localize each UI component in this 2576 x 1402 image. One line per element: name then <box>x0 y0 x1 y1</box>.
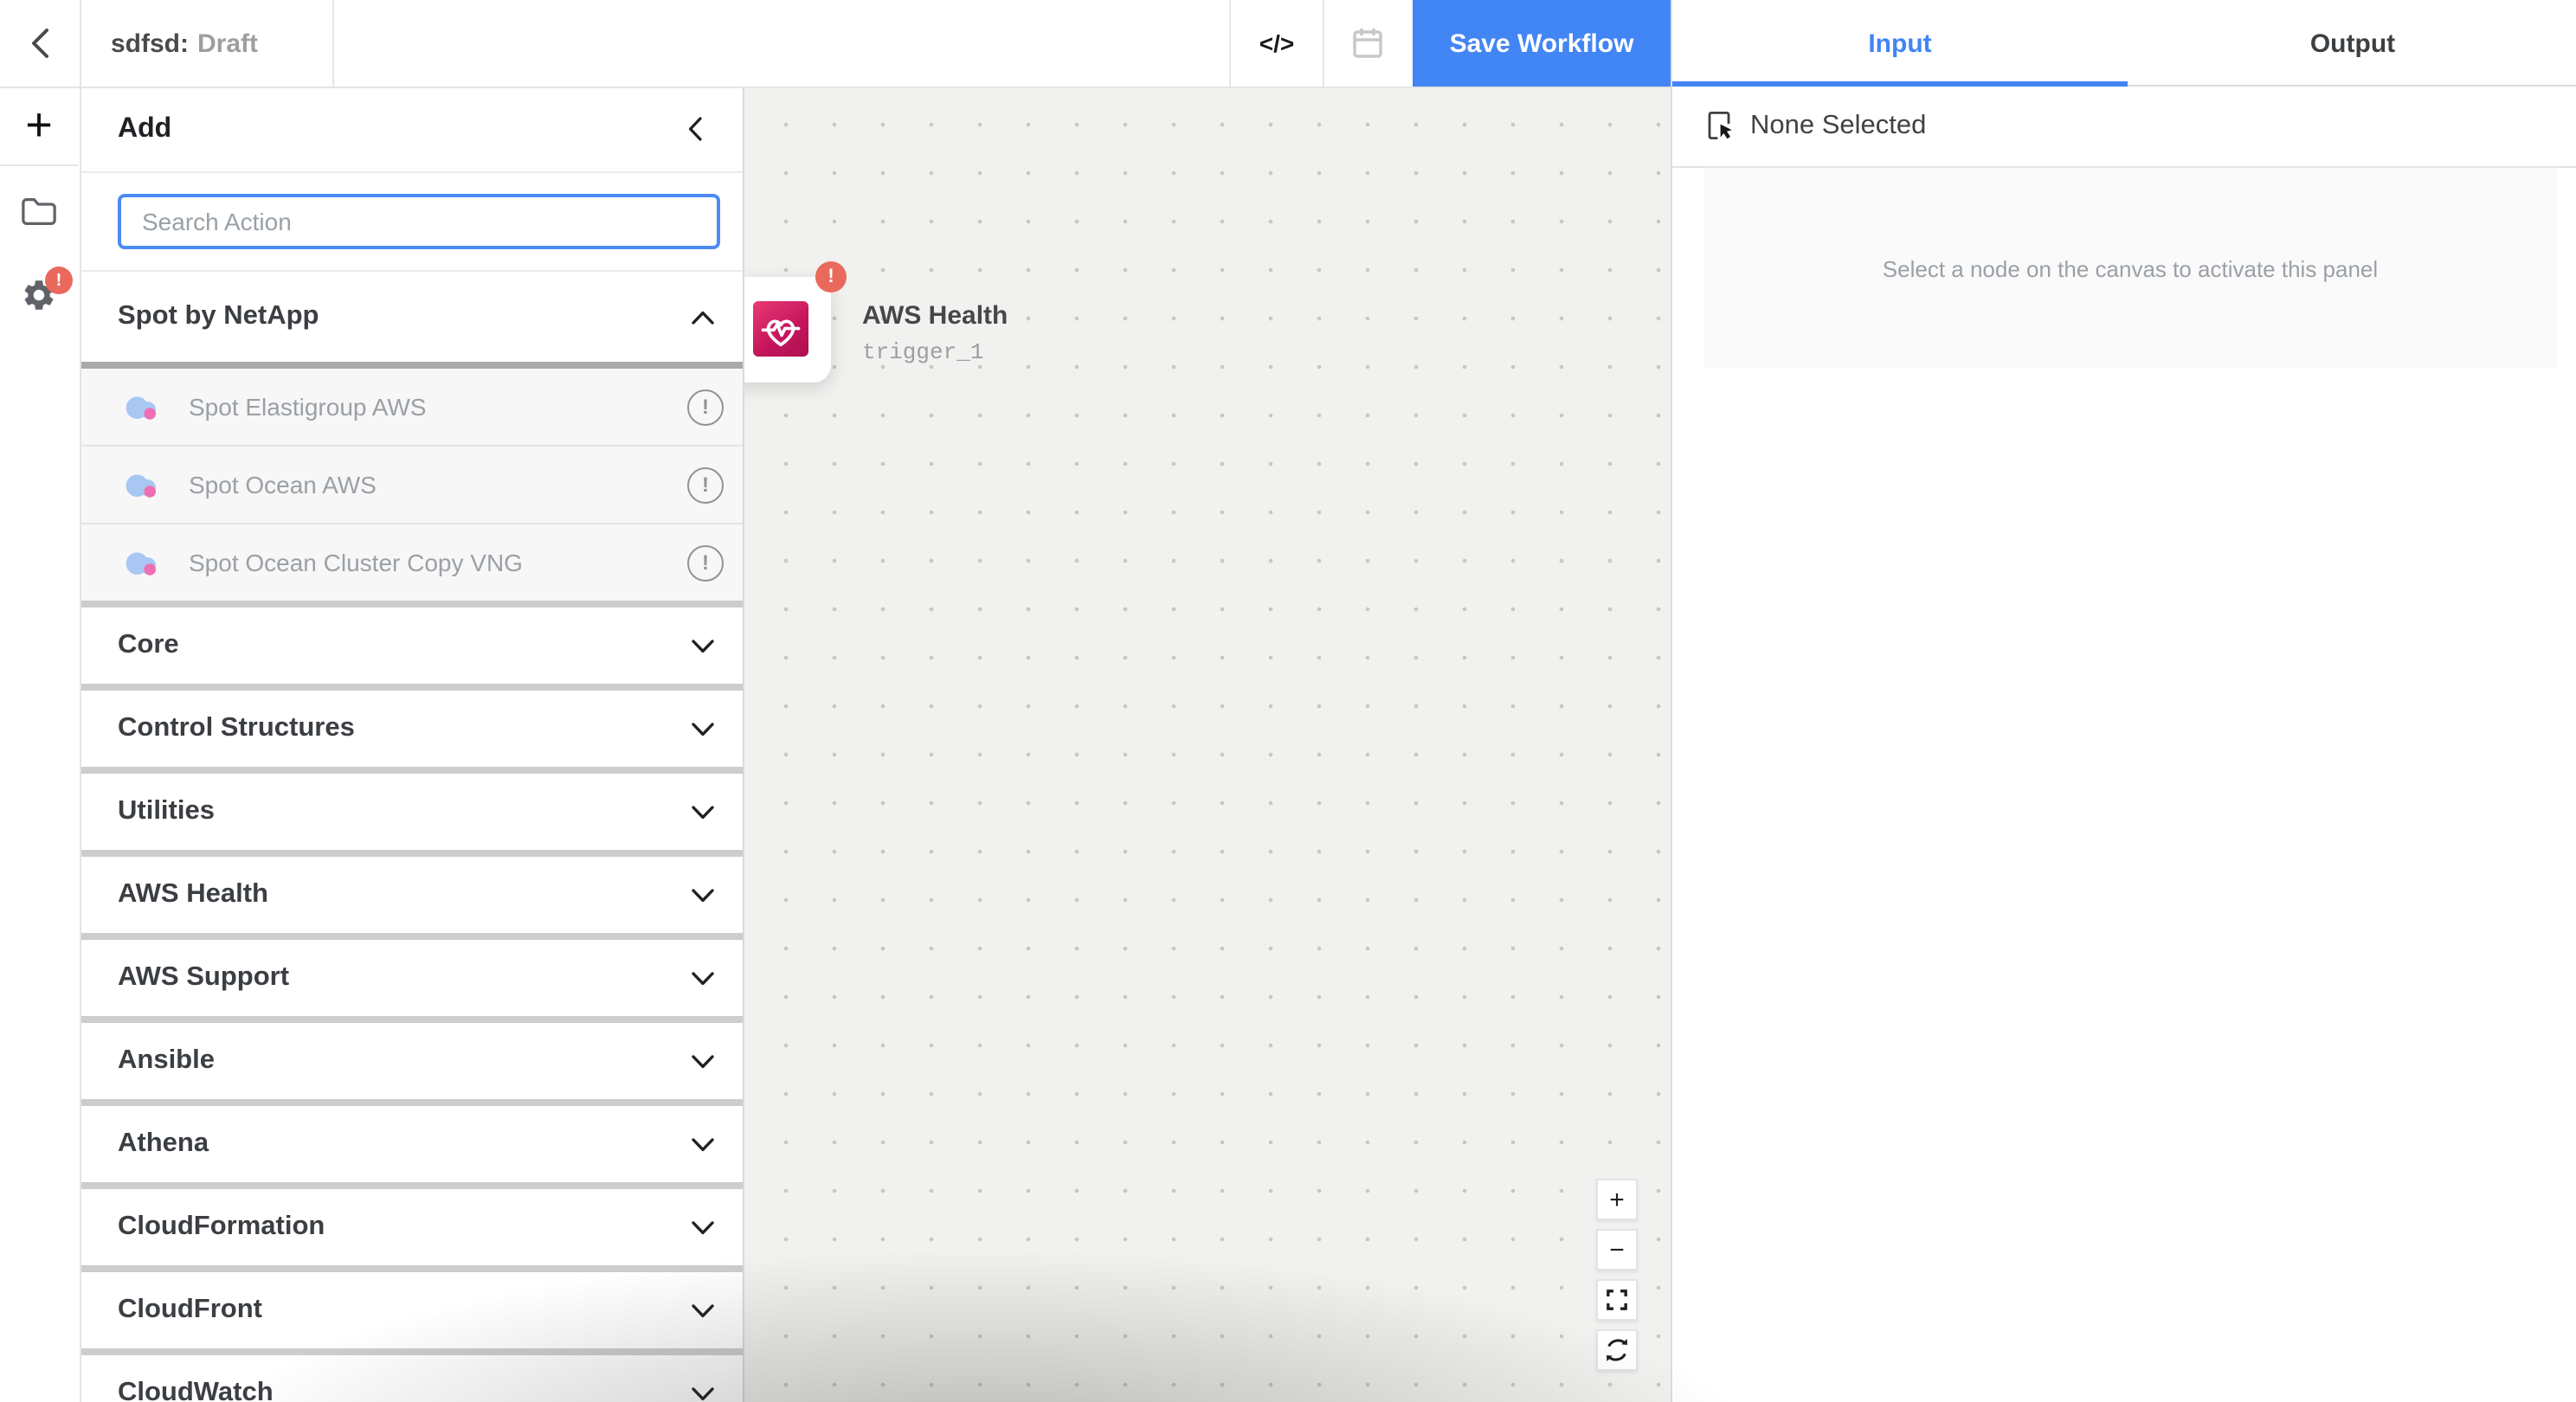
tab-output[interactable]: Output <box>2128 0 2576 87</box>
chevron-down-icon <box>691 1386 715 1401</box>
add-node-rail-button[interactable]: + <box>0 87 78 166</box>
fit-view-button[interactable] <box>1596 1279 1638 1321</box>
chevron-down-icon <box>691 970 715 986</box>
chevron-down-icon <box>691 1219 715 1235</box>
group-cloudwatch[interactable]: CloudWatch <box>80 1355 743 1402</box>
back-chevron-icon <box>29 26 50 61</box>
action-item[interactable]: Spot Ocean AWS ! <box>80 445 743 523</box>
plus-icon: + <box>25 99 53 152</box>
workflow-status: Draft <box>197 29 258 58</box>
refresh-icon <box>1605 1338 1629 1362</box>
search-row <box>80 173 743 272</box>
cursor-select-icon <box>1707 111 1735 142</box>
save-workflow-button[interactable]: Save Workflow <box>1413 0 1671 87</box>
group-active-bar <box>80 362 743 369</box>
node-id: trigger_1 <box>862 339 983 365</box>
reset-view-button[interactable] <box>1596 1329 1638 1371</box>
action-item[interactable]: Spot Ocean Cluster Copy VNG ! <box>80 523 743 601</box>
canvas-controls: + − <box>1596 1179 1638 1379</box>
add-panel-title: Add <box>118 113 171 145</box>
action-item[interactable]: Spot Elastigroup AWS ! <box>80 369 743 445</box>
add-panel-header: Add <box>80 87 743 173</box>
chevron-down-icon <box>691 1302 715 1318</box>
aws-health-node-icon <box>753 301 808 357</box>
schedule-button[interactable] <box>1321 0 1413 87</box>
empty-state-title: None Selected <box>1750 111 1926 142</box>
plus-icon: + <box>1609 1185 1625 1214</box>
info-icon[interactable]: ! <box>687 466 724 503</box>
add-action-panel: Add Spot by NetApp <box>80 87 744 1402</box>
group-cloudformation[interactable]: CloudFormation <box>80 1189 743 1265</box>
cloud-icon <box>125 393 161 421</box>
workflow-name: sdfsd: <box>111 29 189 58</box>
workflows-rail-button[interactable] <box>0 177 78 246</box>
group-aws-health[interactable]: AWS Health <box>80 857 743 933</box>
active-tab-underline <box>1672 81 2128 87</box>
node-alert-badge: ! <box>815 261 847 293</box>
inspector-panel: Input Output None Selected Select a node… <box>1671 0 2576 1402</box>
tab-input[interactable]: Input <box>1672 0 2128 87</box>
top-header: sdfsd: Draft </> Save Workflow <box>0 0 1671 88</box>
node-title: AWS Health <box>862 301 1008 331</box>
chevron-down-icon <box>691 1053 715 1069</box>
cloud-icon <box>125 471 161 498</box>
group-spot-by-netapp[interactable]: Spot by NetApp <box>80 272 743 362</box>
settings-rail-button[interactable] <box>0 256 78 332</box>
group-cloudfront[interactable]: CloudFront <box>80 1272 743 1348</box>
inspector-header: None Selected <box>1672 87 2576 168</box>
group-ansible[interactable]: Ansible <box>80 1023 743 1099</box>
group-utilities[interactable]: Utilities <box>80 774 743 850</box>
view-code-button[interactable]: </> <box>1229 0 1324 87</box>
chevron-down-icon <box>691 804 715 820</box>
group-aws-support[interactable]: AWS Support <box>80 940 743 1016</box>
zoom-in-button[interactable]: + <box>1596 1179 1638 1220</box>
group-control-structures[interactable]: Control Structures <box>80 691 743 767</box>
info-icon[interactable]: ! <box>687 389 724 425</box>
empty-state-hint: Select a node on the canvas to activate … <box>1883 255 2378 281</box>
cloud-icon <box>125 549 161 576</box>
chevron-down-icon <box>691 721 715 736</box>
workflow-title: sdfsd: Draft <box>80 0 334 87</box>
inspector-tabs: Input Output <box>1672 0 2576 87</box>
back-button[interactable] <box>0 0 81 87</box>
workflow-canvas[interactable]: ! AWS Health trigger_1 + − <box>744 87 1671 1402</box>
zoom-out-button[interactable]: − <box>1596 1229 1638 1270</box>
chevron-down-icon <box>691 638 715 653</box>
empty-state-box: Select a node on the canvas to activate … <box>1703 168 2557 369</box>
chevron-down-icon <box>691 1136 715 1152</box>
group-core[interactable]: Core <box>80 608 743 684</box>
workflow-editor-app: sdfsd: Draft </> Save Workflow + <box>0 0 2576 1402</box>
left-rail: + ! <box>0 87 81 1402</box>
search-action-input[interactable] <box>118 194 720 249</box>
folder-icon <box>21 196 57 227</box>
info-icon[interactable]: ! <box>687 544 724 581</box>
fullscreen-icon <box>1607 1289 1627 1310</box>
chevron-down-icon <box>691 887 715 903</box>
chevron-up-icon <box>691 309 715 325</box>
minus-icon: − <box>1609 1235 1625 1264</box>
collapse-panel-button[interactable] <box>677 112 712 146</box>
group-athena[interactable]: Athena <box>80 1106 743 1182</box>
calendar-icon <box>1348 24 1386 62</box>
settings-alert-badge: ! <box>45 267 73 294</box>
code-icon: </> <box>1259 29 1295 57</box>
